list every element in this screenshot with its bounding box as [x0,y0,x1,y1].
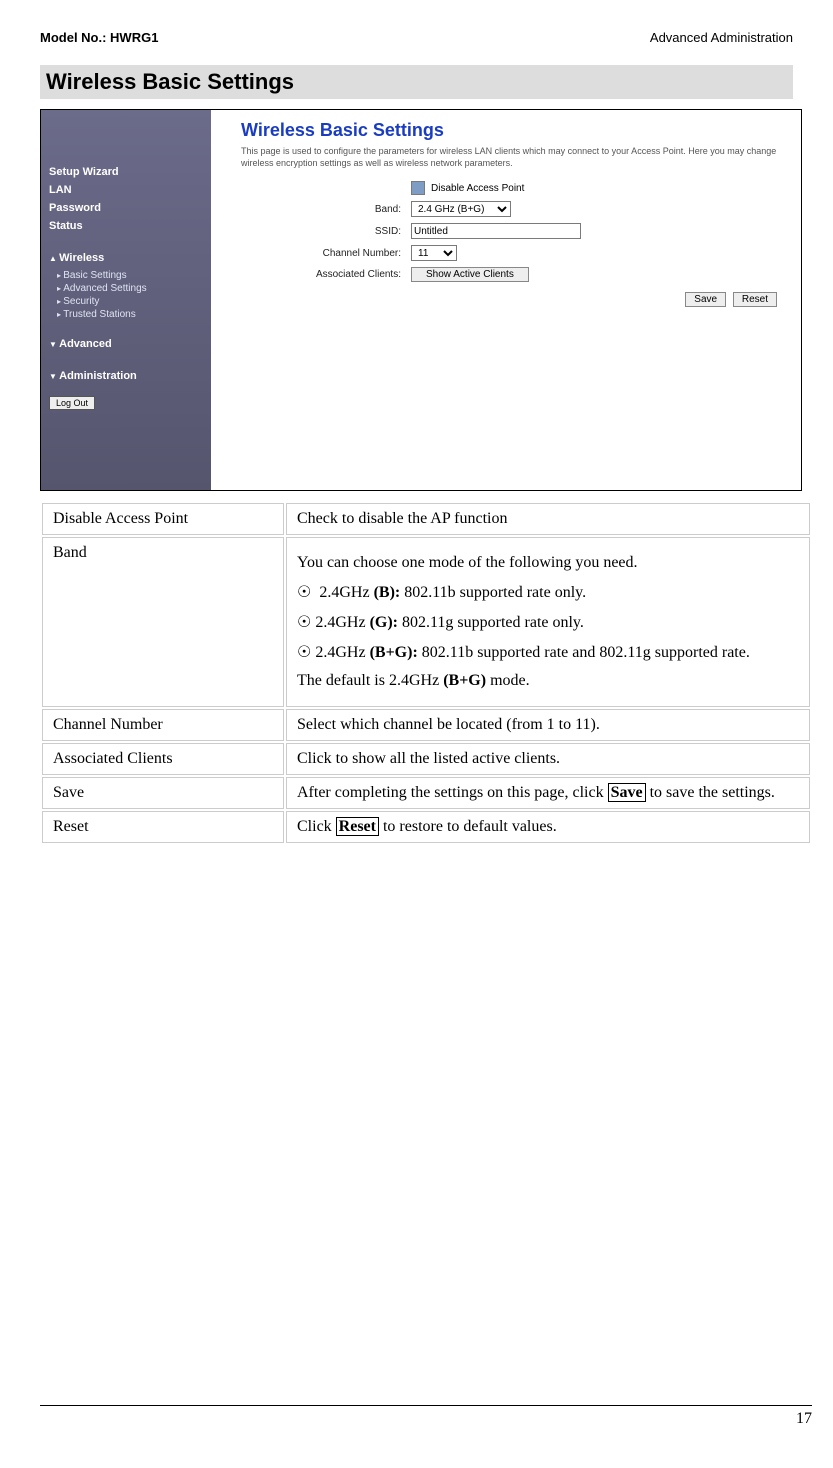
cell-text: Select which channel be located (from 1 … [286,709,810,741]
cell-text: After completing the settings on this pa… [286,777,810,809]
table-row: Channel Number Select which channel be l… [42,709,810,741]
row-band: Band: 2.4 GHz (B+G) [241,201,787,217]
router-screenshot: Setup Wizard LAN Password Status Wireles… [40,109,802,491]
cell-text: Click to show all the listed active clie… [286,743,810,775]
channel-select[interactable]: 11 [411,245,457,261]
sidebar-item-lan[interactable]: LAN [49,184,203,196]
table-row: Save After completing the settings on th… [42,777,810,809]
screenshot-main: Wireless Basic Settings This page is use… [211,110,801,490]
band-select[interactable]: 2.4 GHz (B+G) [411,201,511,217]
assoc-label: Associated Clients: [241,269,401,280]
sidebar-sub-advanced[interactable]: Advanced Settings [57,283,203,294]
table-row: Band You can choose one mode of the foll… [42,537,810,707]
disable-ap-label: Disable Access Point [431,183,524,194]
sidebar-item-advanced[interactable]: Advanced [49,338,203,350]
show-active-clients-button[interactable]: Show Active Clients [411,267,529,282]
disable-ap-checkbox[interactable] [411,181,425,195]
sidebar-sub-basic[interactable]: Basic Settings [57,270,203,281]
screenshot-description: This page is used to configure the param… [241,145,787,169]
channel-label: Channel Number: [241,248,401,259]
cell-label: Associated Clients [42,743,284,775]
sidebar-item-setup[interactable]: Setup Wizard [49,166,203,178]
section-heading: Wireless Basic Settings [40,65,793,99]
sidebar-item-admin[interactable]: Administration [49,370,203,382]
screenshot-title: Wireless Basic Settings [241,120,787,141]
cell-text: Check to disable the AP function [286,503,810,535]
ssid-input[interactable] [411,223,581,239]
cell-label: Band [42,537,284,707]
row-disable-ap: Disable Access Point [241,181,787,195]
header-section: Advanced Administration [650,30,793,45]
sidebar-item-status[interactable]: Status [49,220,203,232]
sidebar-sub-trusted[interactable]: Trusted Stations [57,309,203,320]
sidebar-item-wireless[interactable]: Wireless [49,252,203,264]
table-row: Associated Clients Click to show all the… [42,743,810,775]
settings-table: Disable Access Point Check to disable th… [40,501,812,845]
ssid-label: SSID: [241,226,401,237]
page-header: Model No.: HWRG1 Advanced Administration [40,30,793,45]
sidebar-sub-security[interactable]: Security [57,296,203,307]
cell-label: Save [42,777,284,809]
header-model: Model No.: HWRG1 [40,30,158,45]
cell-label: Channel Number [42,709,284,741]
sidebar-item-password[interactable]: Password [49,202,203,214]
logout-button[interactable]: Log Out [49,396,95,410]
sidebar: Setup Wizard LAN Password Status Wireles… [41,110,211,490]
footer-divider [40,1405,812,1406]
cell-text: You can choose one mode of the following… [286,537,810,707]
table-row: Disable Access Point Check to disable th… [42,503,810,535]
reset-button[interactable]: Reset [733,292,777,307]
row-assoc: Associated Clients: Show Active Clients [241,267,787,282]
cell-label: Disable Access Point [42,503,284,535]
cell-label: Reset [42,811,284,843]
cell-text: Click Reset to restore to default values… [286,811,810,843]
form-actions: Save Reset [241,292,777,307]
row-ssid: SSID: [241,223,787,239]
save-button[interactable]: Save [685,292,726,307]
band-label: Band: [241,204,401,215]
table-row: Reset Click Reset to restore to default … [42,811,810,843]
row-channel: Channel Number: 11 [241,245,787,261]
page-number: 17 [40,1410,812,1428]
